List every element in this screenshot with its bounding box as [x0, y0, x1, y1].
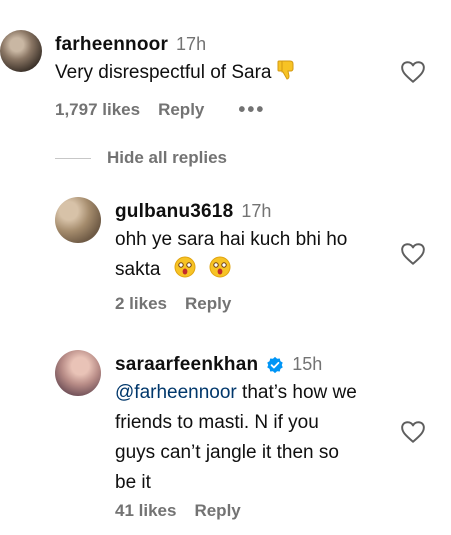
heart-icon[interactable]	[400, 420, 426, 444]
likes-count[interactable]: 2 likes	[115, 294, 167, 314]
comment-text: Very disrespectful of Sara	[55, 58, 297, 88]
astonished-face-icon	[209, 256, 231, 278]
comment-line-with-emoji: sakta	[115, 255, 347, 285]
heart-icon[interactable]	[400, 60, 426, 84]
comment-header: gulbanu3618 17h	[115, 201, 271, 223]
username[interactable]: saraarfeenkhan	[115, 354, 258, 376]
comment-body: Very disrespectful of Sara	[55, 62, 272, 83]
reply-button[interactable]: Reply	[185, 294, 231, 314]
hide-replies-toggle[interactable]: Hide all replies	[55, 148, 227, 168]
reply-button[interactable]: Reply	[194, 501, 240, 521]
hide-replies-label[interactable]: Hide all replies	[107, 148, 227, 168]
username[interactable]: gulbanu3618	[115, 201, 233, 223]
divider	[55, 157, 91, 159]
comment-line-text: that’s how we	[236, 382, 357, 403]
verified-badge-icon	[267, 356, 284, 374]
comment-line: ohh ye sara hai kuch bhi ho	[115, 229, 348, 250]
comment-text: @farheennoor that’s how we friends to ma…	[115, 378, 357, 498]
reply-button[interactable]: Reply	[158, 100, 204, 120]
timestamp: 17h	[241, 201, 272, 221]
likes-count[interactable]: 41 likes	[115, 501, 176, 521]
astonished-face-icon	[174, 256, 196, 278]
avatar[interactable]	[55, 197, 101, 243]
username[interactable]: farheennoor	[55, 34, 168, 56]
comment-line: @farheennoor that’s how we	[115, 378, 357, 408]
more-options-icon[interactable]: •••	[238, 100, 265, 120]
comment-line: sakta	[115, 259, 161, 280]
comment-actions: 1,797 likes Reply •••	[55, 100, 265, 120]
avatar[interactable]	[55, 350, 101, 396]
comment-actions: 2 likes Reply	[115, 294, 231, 314]
likes-count[interactable]: 1,797 likes	[55, 100, 140, 120]
comment-actions: 41 likes Reply	[115, 501, 241, 521]
comment-line: friends to masti. N if you	[115, 412, 319, 433]
avatar[interactable]	[0, 30, 42, 72]
comment-header: farheennoor 17h	[55, 34, 206, 56]
timestamp: 17h	[176, 34, 207, 54]
comment-line: guys can’t jangle it then so	[115, 442, 339, 463]
mention-link[interactable]: @farheennoor	[115, 382, 237, 403]
timestamp: 15h	[292, 354, 323, 374]
thumbs-down-icon	[277, 60, 294, 80]
comment-line: be it	[115, 472, 151, 493]
comment-text: ohh ye sara hai kuch bhi ho sakta	[115, 225, 347, 285]
heart-icon[interactable]	[400, 242, 426, 266]
comment-header: saraarfeenkhan 15h	[115, 354, 322, 376]
